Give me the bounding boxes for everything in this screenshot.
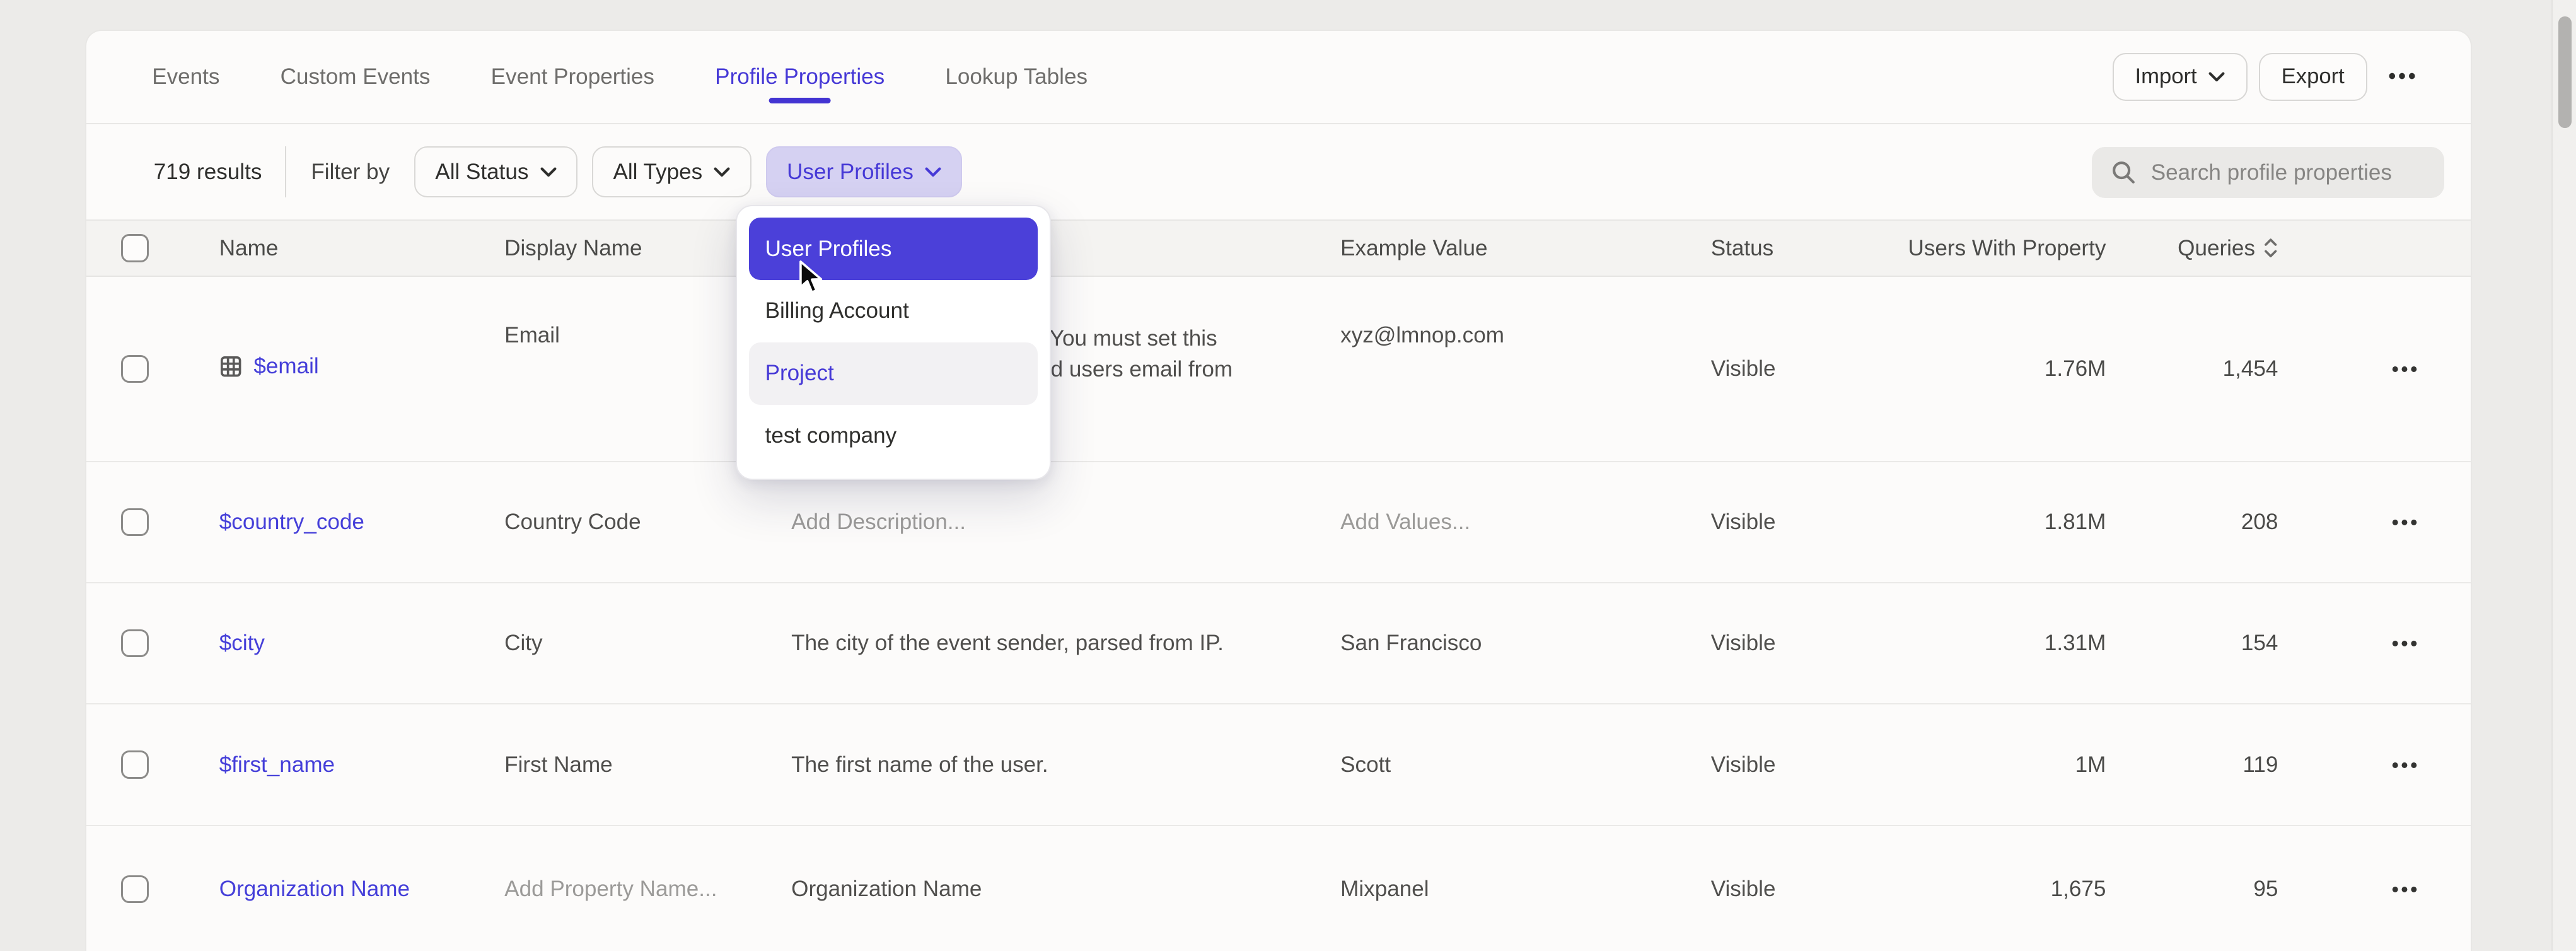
status-cell[interactable]: Visible: [1700, 510, 1905, 535]
tab-bar: Events Custom Events Event Properties Pr…: [86, 31, 2471, 124]
header-name: Name: [185, 236, 493, 261]
row-actions-icon[interactable]: •••: [2392, 633, 2420, 655]
type-filter-chip[interactable]: All Types: [592, 146, 751, 197]
chevron-down-icon: [925, 167, 941, 177]
example-value-cell[interactable]: Scott: [1326, 752, 1700, 778]
row-checkbox[interactable]: [121, 629, 149, 657]
queries-cell: 208: [2118, 510, 2290, 535]
scrollbar-thumb[interactable]: [2558, 16, 2572, 128]
row-checkbox[interactable]: [121, 750, 149, 778]
tab-custom-events[interactable]: Custom Events: [281, 31, 431, 123]
dropdown-item-test-company[interactable]: test company: [749, 405, 1038, 467]
queries-cell: 1,454: [2118, 356, 2290, 382]
profile-type-dropdown-menu: User Profiles Billing Account Project te…: [736, 205, 1050, 480]
table-row: $city City The city of the event sender,…: [86, 583, 2471, 704]
property-name-link[interactable]: $city: [219, 631, 265, 656]
queries-cell: 119: [2118, 752, 2290, 778]
sort-icon: [2263, 236, 2278, 259]
example-value-cell[interactable]: Add Values...: [1326, 510, 1700, 535]
users-with-property-cell: 1.76M: [1905, 356, 2118, 382]
divider: [285, 146, 287, 197]
row-checkbox[interactable]: [121, 508, 149, 536]
display-name-cell[interactable]: City: [493, 631, 780, 656]
row-actions-icon[interactable]: •••: [2392, 878, 2420, 901]
active-tab-underline: [769, 98, 831, 103]
chevron-down-icon: [540, 167, 557, 177]
results-count: 719 results: [154, 160, 262, 185]
status-cell[interactable]: Visible: [1700, 631, 1905, 656]
dropdown-item-user-profiles[interactable]: User Profiles: [749, 218, 1038, 280]
tab-lookup-tables[interactable]: Lookup Tables: [945, 31, 1088, 123]
filter-bar: 719 results Filter by All Status All Typ…: [86, 124, 2471, 221]
chevron-down-icon: [714, 167, 730, 177]
more-actions-icon[interactable]: •••: [2388, 64, 2418, 89]
table-row: $email Email The user's email address. Y…: [86, 277, 2471, 462]
display-name-cell[interactable]: Add Property Name...: [493, 877, 780, 902]
queries-cell: 154: [2118, 631, 2290, 656]
lookup-table-icon: [219, 355, 242, 378]
search-box: [2092, 147, 2444, 198]
property-name-link[interactable]: $first_name: [219, 752, 335, 778]
status-cell[interactable]: Visible: [1700, 752, 1905, 778]
profile-properties-page: Events Custom Events Event Properties Pr…: [0, 0, 2576, 951]
header-users-with-property: Users With Property: [1905, 236, 2118, 261]
description-cell[interactable]: The city of the event sender, parsed fro…: [780, 627, 1326, 658]
filter-by-label: Filter by: [311, 160, 390, 185]
example-value-cell[interactable]: Mixpanel: [1326, 877, 1700, 902]
tab-events[interactable]: Events: [152, 31, 219, 123]
table-row: $first_name First Name The first name of…: [86, 704, 2471, 826]
scrollbar-track[interactable]: [2551, 0, 2576, 951]
status-cell[interactable]: Visible: [1700, 877, 1905, 902]
property-name-link[interactable]: Organization Name: [219, 877, 410, 902]
description-cell[interactable]: Organization Name: [780, 873, 1326, 904]
users-with-property-cell: 1M: [1905, 752, 2118, 778]
toolbar: Import Export •••: [2113, 31, 2471, 123]
search-input[interactable]: [2151, 160, 2449, 185]
users-with-property-cell: 1,675: [1905, 877, 2118, 902]
search-icon: [2111, 160, 2136, 185]
table-header: Name Display Name Description Example Va…: [86, 221, 2471, 276]
users-with-property-cell: 1.81M: [1905, 510, 2118, 535]
profile-type-filter-chip[interactable]: User Profiles: [766, 146, 962, 197]
display-name-cell[interactable]: Country Code: [493, 510, 780, 535]
description-cell[interactable]: The first name of the user.: [780, 749, 1326, 780]
import-button[interactable]: Import: [2113, 53, 2248, 100]
dropdown-item-billing-account[interactable]: Billing Account: [749, 280, 1038, 342]
row-checkbox[interactable]: [121, 875, 149, 903]
row-actions-icon[interactable]: •••: [2392, 358, 2420, 380]
header-status: Status: [1700, 236, 1905, 261]
table-row: Organization Name Add Property Name... O…: [86, 826, 2471, 951]
export-button[interactable]: Export: [2259, 53, 2367, 100]
row-actions-icon[interactable]: •••: [2392, 754, 2420, 776]
tab-profile-properties[interactable]: Profile Properties: [715, 31, 885, 123]
users-with-property-cell: 1.31M: [1905, 631, 2118, 656]
dropdown-item-project[interactable]: Project: [749, 342, 1038, 405]
display-name-cell[interactable]: First Name: [493, 752, 780, 778]
chevron-down-icon: [2208, 72, 2225, 82]
table-row: $country_code Country Code Add Descripti…: [86, 462, 2471, 583]
example-value-cell[interactable]: San Francisco: [1326, 631, 1700, 656]
header-queries: Queries: [2118, 236, 2290, 261]
row-actions-icon[interactable]: •••: [2392, 511, 2420, 534]
header-example-value: Example Value: [1326, 236, 1700, 261]
tab-event-properties[interactable]: Event Properties: [491, 31, 654, 123]
property-name-link[interactable]: $email: [219, 354, 319, 379]
status-cell[interactable]: Visible: [1700, 356, 1905, 382]
property-name-link[interactable]: $country_code: [219, 510, 364, 535]
row-checkbox[interactable]: [121, 355, 149, 383]
queries-cell: 95: [2118, 877, 2290, 902]
select-all-checkbox[interactable]: [121, 234, 149, 262]
status-filter-chip[interactable]: All Status: [414, 146, 577, 197]
queries-sort-control[interactable]: Queries: [2118, 236, 2278, 261]
content-card: Events Custom Events Event Properties Pr…: [85, 30, 2472, 951]
description-cell[interactable]: Add Description...: [780, 506, 1326, 537]
example-value-cell[interactable]: xyz@lmnop.com: [1326, 277, 1700, 348]
